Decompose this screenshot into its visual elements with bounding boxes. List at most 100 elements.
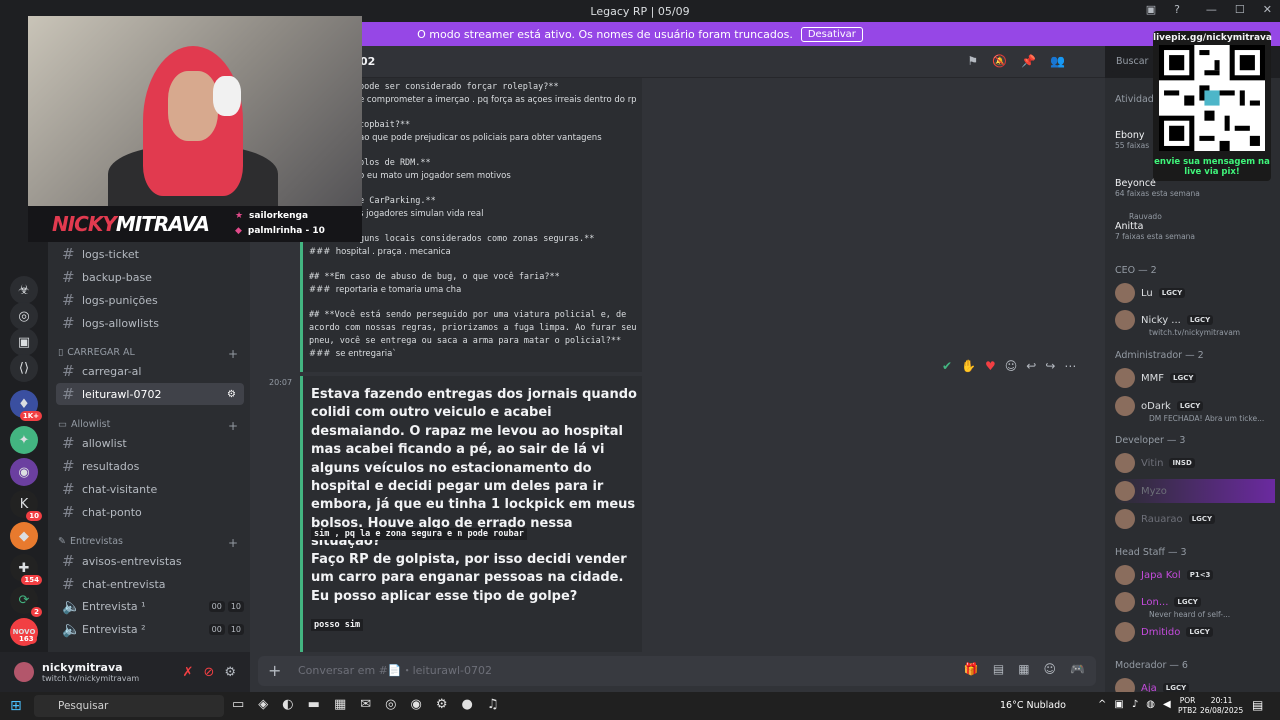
- channel-chat-entrevista[interactable]: # chat-entrevista: [56, 573, 244, 595]
- member-item[interactable]: Vitin INSD: [1115, 451, 1275, 475]
- tray-app-icon[interactable]: ▣: [1114, 699, 1123, 710]
- sticker-icon[interactable]: ▦: [1018, 662, 1029, 676]
- member-item[interactable]: Dmitido LGCY: [1115, 620, 1275, 644]
- headphones-muted-icon[interactable]: ⊘: [203, 665, 214, 680]
- activities-icon[interactable]: 🎮: [1070, 662, 1085, 676]
- server-icon[interactable]: ◎: [10, 302, 38, 330]
- server-icon[interactable]: ♦ 1K+: [10, 390, 42, 421]
- server-icon[interactable]: K 10: [10, 490, 42, 521]
- server-icon[interactable]: ▣: [10, 328, 38, 356]
- channel-leiturawl[interactable]: # leiturawl-0702 ⚙: [56, 383, 244, 405]
- member-item[interactable]: MMF LGCY: [1115, 366, 1275, 390]
- spotify-icon[interactable]: ♫: [487, 697, 499, 712]
- server-icon[interactable]: ☣: [10, 276, 38, 304]
- channel-logs-punicoes[interactable]: # logs-punições: [56, 289, 244, 311]
- heart-reaction-icon[interactable]: ♥: [985, 359, 996, 373]
- gif-icon[interactable]: ▤: [993, 662, 1004, 676]
- disable-streamer-button[interactable]: Desativar: [800, 26, 863, 42]
- category-label: Allowlist: [70, 419, 111, 430]
- member-item[interactable]: Lu LGCY: [1115, 281, 1275, 305]
- channel-avisos-entrevistas[interactable]: # avisos-entrevistas: [56, 550, 244, 572]
- voice-channel-entrevista-1[interactable]: 🔈 Entrevista ¹ 00 10: [56, 595, 244, 617]
- plus-icon[interactable]: +: [228, 347, 238, 361]
- more-icon[interactable]: ⋯: [1064, 359, 1076, 373]
- quiz-line: pneu, você se entrega ou saca a arma par…: [309, 336, 622, 346]
- tray-app-icon[interactable]: ♪: [1132, 699, 1138, 710]
- member-item[interactable]: Nicky ... LGCY twitch.tv/nickymitravam: [1115, 308, 1275, 337]
- channel-resultados[interactable]: # resultados: [56, 455, 244, 477]
- copilot-icon[interactable]: ◈: [258, 697, 268, 712]
- member-item[interactable]: oDark LGCY DM FECHADA! Abra um ticke...: [1115, 394, 1275, 423]
- check-reaction-icon[interactable]: ✔: [942, 359, 952, 373]
- activity-item[interactable]: Rauvado Anitta 7 faixas esta semana: [1115, 212, 1195, 241]
- member-item[interactable]: Aja LGCY: [1115, 676, 1275, 692]
- gift-icon[interactable]: 🎁: [964, 662, 979, 676]
- maximize-icon[interactable]: ☐: [1235, 3, 1245, 16]
- category-allowlist[interactable]: ▭ Allowlist +: [58, 419, 238, 433]
- add-reaction-icon[interactable]: ☺: [1005, 359, 1018, 373]
- store-icon[interactable]: ▦: [334, 697, 346, 712]
- tray-chevron-icon[interactable]: ^: [1098, 699, 1106, 710]
- reply-icon[interactable]: ↩: [1026, 359, 1036, 373]
- avatar[interactable]: [14, 662, 34, 682]
- emoji-icon[interactable]: ☺: [1044, 662, 1057, 676]
- channel-allowlist[interactable]: # allowlist: [56, 432, 244, 454]
- close-icon[interactable]: ✕: [1263, 3, 1272, 16]
- category-carregar-al[interactable]: ▯ CARREGAR AL +: [58, 347, 238, 361]
- volume-icon[interactable]: ◀: [1163, 699, 1171, 710]
- channel-label: leiturawl-0702: [82, 387, 162, 401]
- channel-chat-visitante[interactable]: # chat-visitante: [56, 478, 244, 500]
- edge-icon[interactable]: ◐: [282, 697, 293, 712]
- server-icon[interactable]: ◉: [10, 458, 38, 486]
- member-item[interactable]: Myzo: [1115, 479, 1275, 503]
- network-icon[interactable]: ◍: [1146, 699, 1155, 710]
- inbox-icon[interactable]: ▣: [1146, 3, 1156, 16]
- server-icon[interactable]: ✦: [10, 426, 38, 454]
- channel-logs-allowlists[interactable]: # logs-allowlists: [56, 312, 244, 334]
- windows-start-icon[interactable]: ⊞: [10, 698, 22, 714]
- server-icon[interactable]: ⟳ 2: [10, 586, 42, 617]
- server-icon[interactable]: ◆: [10, 522, 38, 550]
- language-indicator[interactable]: POR PTB2: [1178, 696, 1197, 716]
- member-item[interactable]: Lon... LGCY Never heard of self-...: [1115, 590, 1275, 619]
- members-icon[interactable]: 👥: [1050, 54, 1065, 68]
- weather-widget[interactable]: 16°C Nublado: [1000, 700, 1066, 711]
- plus-icon[interactable]: +: [228, 536, 238, 550]
- forward-icon[interactable]: ↪: [1045, 359, 1055, 373]
- threads-icon[interactable]: ⚑: [967, 54, 978, 68]
- channel-backup-base[interactable]: # backup-base: [56, 266, 244, 288]
- steam-icon[interactable]: ⚙: [436, 697, 448, 712]
- reaction-icon[interactable]: ✋: [961, 359, 976, 373]
- server-icon[interactable]: ⟨⟩: [10, 354, 38, 382]
- server-icon[interactable]: ✚ 154: [10, 554, 42, 585]
- task-view-icon[interactable]: ▭: [232, 697, 244, 712]
- obs-icon[interactable]: ●: [461, 697, 472, 712]
- pin-icon[interactable]: 📌: [1021, 54, 1036, 68]
- member-status: Never heard of self-...: [1149, 610, 1231, 619]
- chrome-icon[interactable]: ◉: [410, 697, 421, 712]
- channel-logs-ticket[interactable]: # logs-ticket: [56, 243, 244, 265]
- mention-badge: 154: [21, 575, 42, 585]
- settings-icon[interactable]: ⚙: [224, 665, 236, 680]
- notifications-icon[interactable]: ▤: [1252, 698, 1263, 712]
- minimize-icon[interactable]: —: [1206, 3, 1217, 16]
- category-entrevistas[interactable]: ✎ Entrevistas +: [58, 536, 238, 550]
- activity-item[interactable]: Beyoncé 64 faixas esta semana: [1115, 178, 1200, 198]
- plus-icon[interactable]: +: [228, 419, 238, 433]
- member-item[interactable]: Japa Kol P1<3: [1115, 563, 1275, 587]
- outlook-icon[interactable]: ✉: [360, 697, 371, 712]
- channel-chat-ponto[interactable]: # chat-ponto: [56, 501, 244, 523]
- add-attachment-icon[interactable]: +: [268, 661, 281, 680]
- file-explorer-icon[interactable]: ▬: [308, 697, 320, 712]
- taskbar-search[interactable]: Pesquisar: [34, 695, 224, 717]
- voice-channel-entrevista-2[interactable]: 🔈 Entrevista ² 00 10: [56, 618, 244, 640]
- member-item[interactable]: Rauarao LGCY: [1115, 507, 1275, 531]
- channel-carregar-al[interactable]: # carregar-al: [56, 360, 244, 382]
- help-icon[interactable]: ?: [1174, 3, 1180, 16]
- gear-icon[interactable]: ⚙: [227, 389, 236, 400]
- discord-icon[interactable]: ◎: [385, 697, 396, 712]
- mic-muted-icon[interactable]: ✗: [183, 665, 194, 680]
- clock[interactable]: 20:11 26/08/2025: [1200, 696, 1243, 716]
- activity-item[interactable]: Ebony 55 faixas: [1115, 130, 1149, 150]
- notifications-muted-icon[interactable]: 🔕: [992, 54, 1007, 68]
